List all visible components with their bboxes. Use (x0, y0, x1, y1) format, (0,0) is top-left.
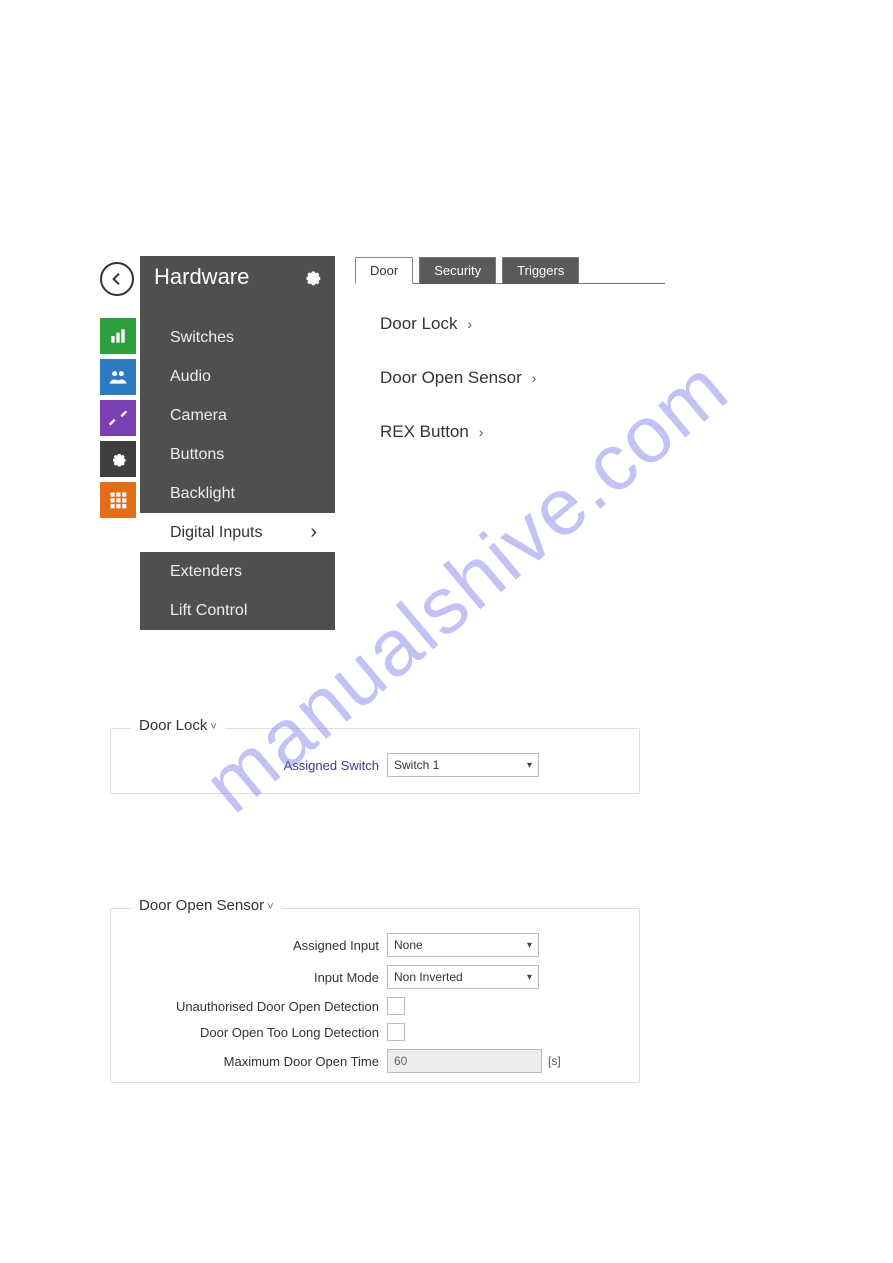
sidebar-item-lift-control[interactable]: Lift Control (140, 591, 335, 630)
label-unauth-detection: Unauthorised Door Open Detection (127, 999, 387, 1014)
select-input-mode[interactable]: Non Inverted (387, 965, 539, 989)
form-row-toolong-detection: Door Open Too Long Detection (127, 1023, 623, 1041)
back-button[interactable] (100, 262, 134, 296)
select-value: None (394, 938, 423, 952)
tab-label: Door (370, 263, 398, 278)
label-assigned-input: Assigned Input (127, 938, 387, 953)
section-links: Door Lock Door Open Sensor REX Button (355, 284, 665, 442)
sidebar-item-label: Extenders (170, 563, 242, 581)
sidebar-item-extenders[interactable]: Extenders (140, 552, 335, 591)
form-row-max-open-time: Maximum Door Open Time 60 [s] (127, 1049, 623, 1073)
form-row-assigned-input: Assigned Input None (127, 933, 623, 957)
checkbox-unauth-detection[interactable] (387, 997, 405, 1015)
form-row-input-mode: Input Mode Non Inverted (127, 965, 623, 989)
sidebar-items: Switches Audio Camera Buttons Backlight … (140, 298, 335, 630)
select-assigned-input[interactable]: None (387, 933, 539, 957)
label-max-open-time: Maximum Door Open Time (127, 1054, 387, 1069)
sidebar-item-switches[interactable]: Switches (140, 318, 335, 357)
form-row-assigned-switch: Assigned Switch Switch 1 (127, 753, 623, 777)
sidebar-header: Hardware (140, 256, 335, 298)
fieldset-door-open-sensor: Door Open Sensor Assigned Input None Inp… (110, 908, 640, 1083)
tab-door[interactable]: Door (355, 257, 413, 284)
sidebar-item-audio[interactable]: Audio (140, 357, 335, 396)
select-value: Non Inverted (394, 970, 463, 984)
link-rex-button[interactable]: REX Button (380, 422, 665, 442)
sidebar-item-camera[interactable]: Camera (140, 396, 335, 435)
sidebar-item-backlight[interactable]: Backlight (140, 474, 335, 513)
input-max-open-time[interactable]: 60 (387, 1049, 542, 1073)
tab-security[interactable]: Security (419, 257, 496, 284)
label-input-mode: Input Mode (127, 970, 387, 985)
sidebar-item-label: Switches (170, 329, 234, 347)
sidebar-item-label: Digital Inputs (170, 524, 263, 542)
link-door-open-sensor[interactable]: Door Open Sensor (380, 368, 665, 388)
main-area: Door Security Triggers Door Lock Door Op… (355, 256, 665, 476)
select-value: Switch 1 (394, 758, 439, 772)
input-value: 60 (394, 1054, 407, 1068)
sidebar-title: Hardware (154, 264, 249, 290)
arrow-left-icon (109, 271, 125, 287)
sidebar-item-label: Lift Control (170, 602, 247, 620)
checkbox-toolong-detection[interactable] (387, 1023, 405, 1041)
tabs: Door Security Triggers (355, 256, 665, 284)
sidebar-item-label: Buttons (170, 446, 224, 464)
tab-label: Security (434, 263, 481, 278)
select-assigned-switch[interactable]: Switch 1 (387, 753, 539, 777)
sidebar-item-label: Audio (170, 368, 211, 386)
sidebar-item-label: Camera (170, 407, 227, 425)
fieldset-legend-door-lock[interactable]: Door Lock (131, 717, 225, 734)
sidebar-item-label: Backlight (170, 485, 235, 503)
sidebar-item-digital-inputs[interactable]: Digital Inputs (140, 513, 335, 552)
tab-triggers[interactable]: Triggers (502, 257, 579, 284)
sidebar: Hardware Switches Audio Camera Buttons B… (140, 256, 335, 630)
fieldset-legend-door-open-sensor[interactable]: Door Open Sensor (131, 897, 282, 914)
tab-label: Triggers (517, 263, 564, 278)
sidebar-item-buttons[interactable]: Buttons (140, 435, 335, 474)
label-toolong-detection: Door Open Too Long Detection (127, 1025, 387, 1040)
fieldset-door-lock: Door Lock Assigned Switch Switch 1 (110, 728, 640, 794)
gear-icon[interactable] (301, 266, 323, 288)
link-door-lock[interactable]: Door Lock (380, 314, 665, 334)
unit-seconds: [s] (548, 1054, 561, 1068)
label-assigned-switch: Assigned Switch (127, 758, 387, 773)
form-row-unauth-detection: Unauthorised Door Open Detection (127, 997, 623, 1015)
